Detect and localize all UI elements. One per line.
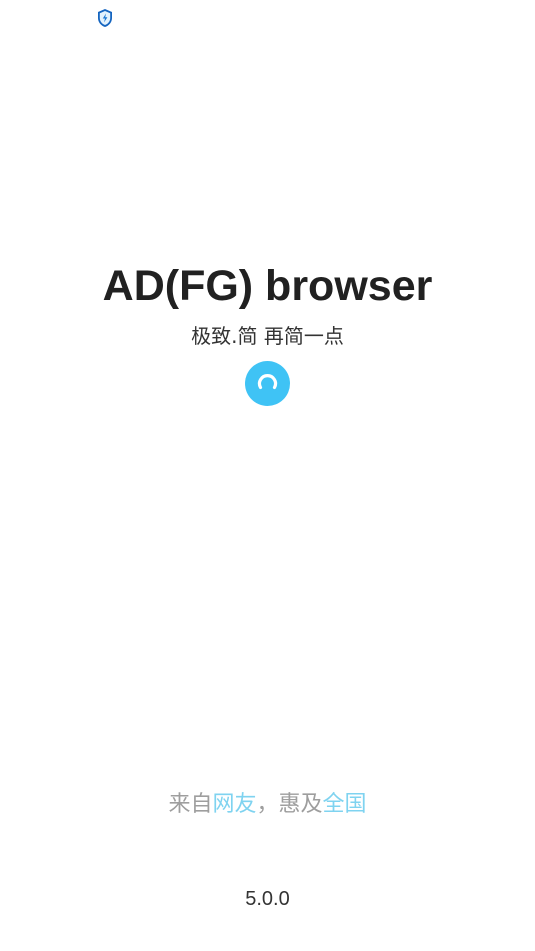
slogan: 来自网友，惠及全国 <box>0 786 535 818</box>
slogan-part-from: 来自 <box>168 792 213 817</box>
version-label: 5.0.0 <box>245 888 290 910</box>
spinner-icon <box>245 361 290 406</box>
slogan-part-benefit: ，惠及 <box>256 792 323 817</box>
app-title: AD(FG) browser <box>102 262 433 310</box>
shield-notification-icon <box>95 8 115 28</box>
app-tagline: 极致.简 再简一点 <box>191 324 344 348</box>
slogan-part-netizens: 网友 <box>212 792 257 817</box>
slogan-part-nationwide: 全国 <box>322 792 367 817</box>
